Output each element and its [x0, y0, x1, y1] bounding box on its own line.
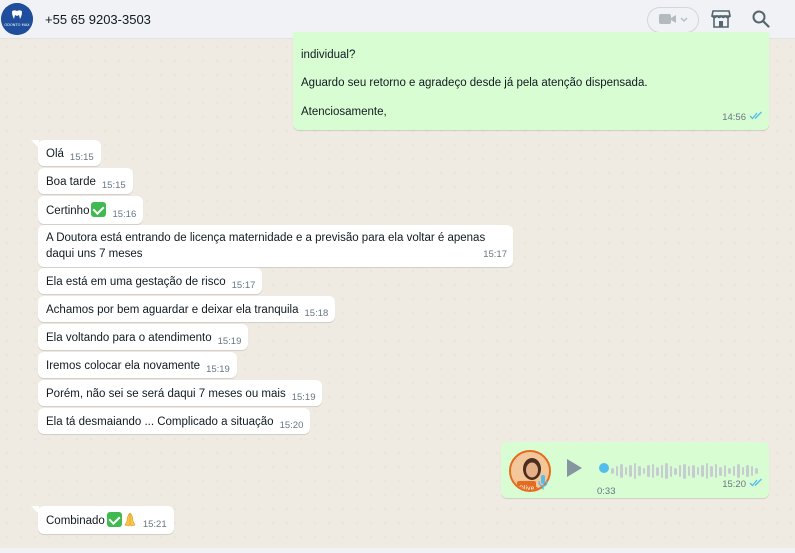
message-time: 15:19 [217, 336, 242, 347]
message-meta: 15:17 [483, 247, 507, 263]
voice-message[interactable]: Olive 0:33 15:20 [501, 442, 769, 498]
message-text: Ela voltando para o atendimento [46, 332, 212, 344]
message-time: 14:56 [722, 112, 746, 123]
incoming-message[interactable]: Achamos por bem aguardar e deixar ela tr… [38, 296, 336, 322]
message-text: Boa tarde [46, 176, 96, 188]
folded-hands-emoji-icon [123, 512, 137, 532]
svg-text:ODONTO MAX: ODONTO MAX [4, 23, 30, 27]
message-text: Aguardo seu retorno e agradeço desde já … [301, 77, 648, 89]
incoming-message[interactable]: Ela está em uma gestação de risco 15:17 [38, 268, 263, 294]
outgoing-message[interactable]: individual? Aguardo seu retorno e agrade… [293, 32, 769, 130]
message-text: Atenciosamente, [301, 106, 387, 118]
incoming-message[interactable]: Iremos colocar ela novamente 15:19 [38, 352, 237, 378]
message-text: Iremos colocar ela novamente [46, 360, 201, 372]
chevron-down-icon [680, 14, 688, 26]
message-time: 15:15 [69, 152, 94, 163]
store-icon [711, 9, 731, 31]
message-text: Ela tá desmaiando ... Complicado a situa… [46, 416, 274, 428]
message-meta: 14:56 [722, 110, 763, 126]
avatar-label: Olive [517, 481, 537, 490]
message-time: 15:18 [304, 308, 329, 319]
video-call-button[interactable] [647, 7, 699, 33]
message-time: 15:16 [112, 209, 137, 220]
message-text: Certinho [46, 205, 90, 217]
message-text: A Doutora está entrando de licença mater… [46, 232, 486, 260]
incoming-message[interactable]: Certinho 15:16 [38, 196, 144, 224]
read-ticks-icon [749, 477, 763, 493]
contact-avatar[interactable]: ODONTO MAX [1, 3, 33, 35]
message-meta: 15:20 [722, 477, 763, 493]
incoming-message[interactable]: Olá 15:15 [31, 140, 101, 166]
message-text: Olá [46, 148, 64, 160]
message-text: individual? [301, 49, 356, 61]
message-time: 15:19 [206, 364, 230, 375]
message-text: Ela está em uma gestação de risco [46, 276, 226, 288]
message-time: 15:17 [483, 249, 507, 260]
playback-progress-knob[interactable] [599, 463, 609, 473]
catalog-button[interactable] [710, 9, 732, 31]
search-button[interactable] [750, 9, 772, 31]
message-text: Porém, não sei se será daqui 7 meses ou … [46, 388, 286, 400]
message-time: 15:17 [231, 280, 256, 291]
incoming-message[interactable]: Ela voltando para o atendimento 15:19 [38, 324, 249, 350]
message-time: 15:15 [101, 180, 126, 191]
incoming-message[interactable]: A Doutora está entrando de licença mater… [38, 225, 513, 267]
message-time: 15:20 [722, 479, 746, 490]
check-mark-emoji-icon [106, 512, 122, 527]
search-icon [752, 10, 770, 31]
video-camera-icon [658, 13, 677, 28]
message-time: 15:20 [279, 420, 304, 431]
incoming-message[interactable]: Boa tarde 15:15 [38, 168, 133, 194]
message-time: 15:21 [142, 519, 167, 530]
read-ticks-icon [749, 110, 763, 126]
message-text: Achamos por bem aguardar e deixar ela tr… [46, 304, 299, 316]
incoming-message[interactable]: Combinado 15:21 [31, 506, 174, 534]
message-text: Combinado [46, 515, 105, 527]
contact-name[interactable]: +55 65 9203-3503 [45, 12, 151, 27]
incoming-message[interactable]: Ela tá desmaiando ... Complicado a situa… [38, 408, 311, 434]
check-mark-emoji-icon [91, 202, 107, 217]
composer-bar [0, 548, 795, 553]
message-time: 15:19 [291, 392, 316, 403]
microphone-icon [538, 475, 548, 495]
play-icon[interactable] [565, 458, 583, 483]
voice-duration: 0:33 [597, 486, 616, 497]
incoming-message[interactable]: Porém, não sei se será daqui 7 meses ou … [38, 380, 323, 406]
